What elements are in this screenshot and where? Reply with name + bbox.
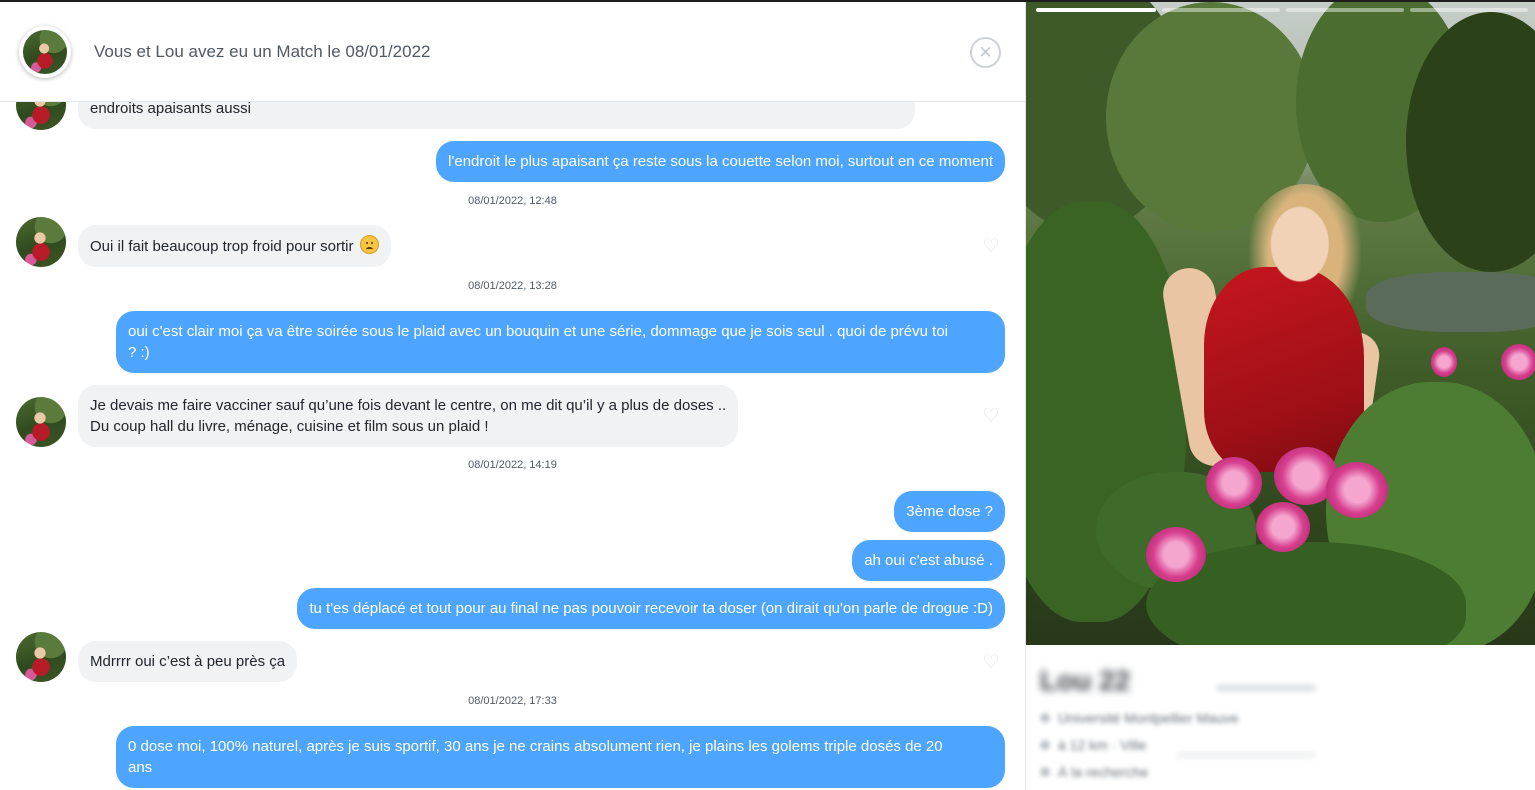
photo-progress-bar[interactable] (1036, 8, 1156, 12)
photo-progress-bar[interactable] (1286, 8, 1404, 12)
blur-divider (1216, 685, 1316, 691)
avatar-photo (23, 30, 67, 74)
message-text-line: ? :) (128, 344, 150, 361)
close-icon[interactable]: ✕ (970, 37, 1001, 68)
message-outgoing: tu t'es déplacé et tout pour au final ne… (297, 588, 1005, 629)
message-text: 3ème dose ? (906, 503, 993, 520)
search-icon (1040, 767, 1050, 777)
message-text-line: Je devais me faire vacciner sauf qu’une … (90, 397, 727, 414)
message-text: Mdrrrr oui c’est à peu près ça (90, 653, 286, 670)
message-incoming: Je devais me faire vacciner sauf qu’une … (78, 385, 739, 447)
message-text: tu t'es déplacé et tout pour au final ne… (309, 600, 993, 617)
profile-info-line: Université Montpellier Mauve (1040, 710, 1239, 726)
worried-face-icon (359, 235, 379, 254)
sender-avatar[interactable] (16, 632, 66, 682)
message-outgoing: oui c'est clair moi ça va être soirée so… (116, 311, 1005, 373)
profile-name: Lou 22 (1040, 665, 1131, 696)
pond-shape (1366, 272, 1535, 332)
message-incoming: Oui il fait beaucoup trop froid pour sor… (78, 225, 391, 267)
flower-shape (1146, 527, 1206, 582)
match-title: Vous et Lou avez eu un Match le 08/01/20… (94, 42, 431, 61)
profile-info: Lou 22 Université Montpellier Mauve à 12… (1026, 645, 1535, 790)
message-text-line: ans (128, 759, 153, 776)
profile-info-line: À la recherche (1040, 764, 1148, 780)
message-text-line: 0 dose moi, 100% naturel, après je suis … (128, 738, 943, 755)
blur-divider (1176, 753, 1316, 757)
heart-icon[interactable]: ♡ (981, 407, 1001, 426)
flower-shape (1501, 344, 1535, 380)
heart-icon[interactable]: ♡ (981, 653, 1001, 672)
sender-avatar[interactable] (16, 217, 66, 267)
app-root: Vous et Lou avez eu un Match le 08/01/20… (0, 0, 1535, 790)
flower-shape (1206, 457, 1262, 509)
timestamp: 08/01/2022, 13:28 (468, 280, 557, 292)
location-icon (1040, 740, 1050, 750)
message-outgoing: l'endroit le plus apaisant ça reste sous… (436, 141, 1005, 182)
flower-shape (1326, 462, 1388, 518)
message-text-line: Du coup hall du livre, ménage, cuisine e… (90, 418, 489, 435)
profile-info-line: à 12 km · Ville (1040, 737, 1146, 753)
message-text: ah oui c'est abusé . (864, 552, 993, 569)
photo-progress-bar[interactable] (1162, 8, 1280, 12)
message-text-line: oui c'est clair moi ça va être soirée so… (128, 323, 948, 340)
school-icon (1040, 713, 1050, 723)
message-text: l'endroit le plus apaisant ça reste sous… (448, 153, 993, 170)
message-incoming: Mdrrrr oui c’est à peu près ça (78, 641, 298, 682)
photo-subject-face (1258, 200, 1334, 298)
photo-progress-bar[interactable] (1410, 8, 1528, 12)
heart-icon[interactable]: ♡ (981, 237, 1001, 256)
timestamp: 08/01/2022, 17:33 (468, 695, 557, 707)
sender-avatar[interactable] (16, 397, 66, 447)
chat-panel: Vous et Lou avez eu un Match le 08/01/20… (0, 2, 1025, 790)
message-outgoing: ah oui c'est abusé . (852, 540, 1005, 581)
profile-photo[interactable] (1026, 2, 1535, 645)
timestamp: 08/01/2022, 14:19 (468, 459, 557, 471)
message-outgoing: 0 dose moi, 100% naturel, après je suis … (116, 726, 1005, 788)
timestamp: 08/01/2022, 12:48 (468, 195, 557, 207)
profile-panel: Lou 22 Université Montpellier Mauve à 12… (1026, 2, 1535, 790)
message-outgoing: 3ème dose ? (894, 491, 1005, 532)
flower-shape (1256, 502, 1310, 552)
flower-shape (1431, 347, 1457, 377)
message-text: endroits apaisants aussi (90, 100, 251, 117)
chat-header: Vous et Lou avez eu un Match le 08/01/20… (0, 2, 1025, 102)
match-avatar[interactable] (19, 26, 71, 78)
message-text: Oui il fait beaucoup trop froid pour sor… (90, 238, 354, 255)
